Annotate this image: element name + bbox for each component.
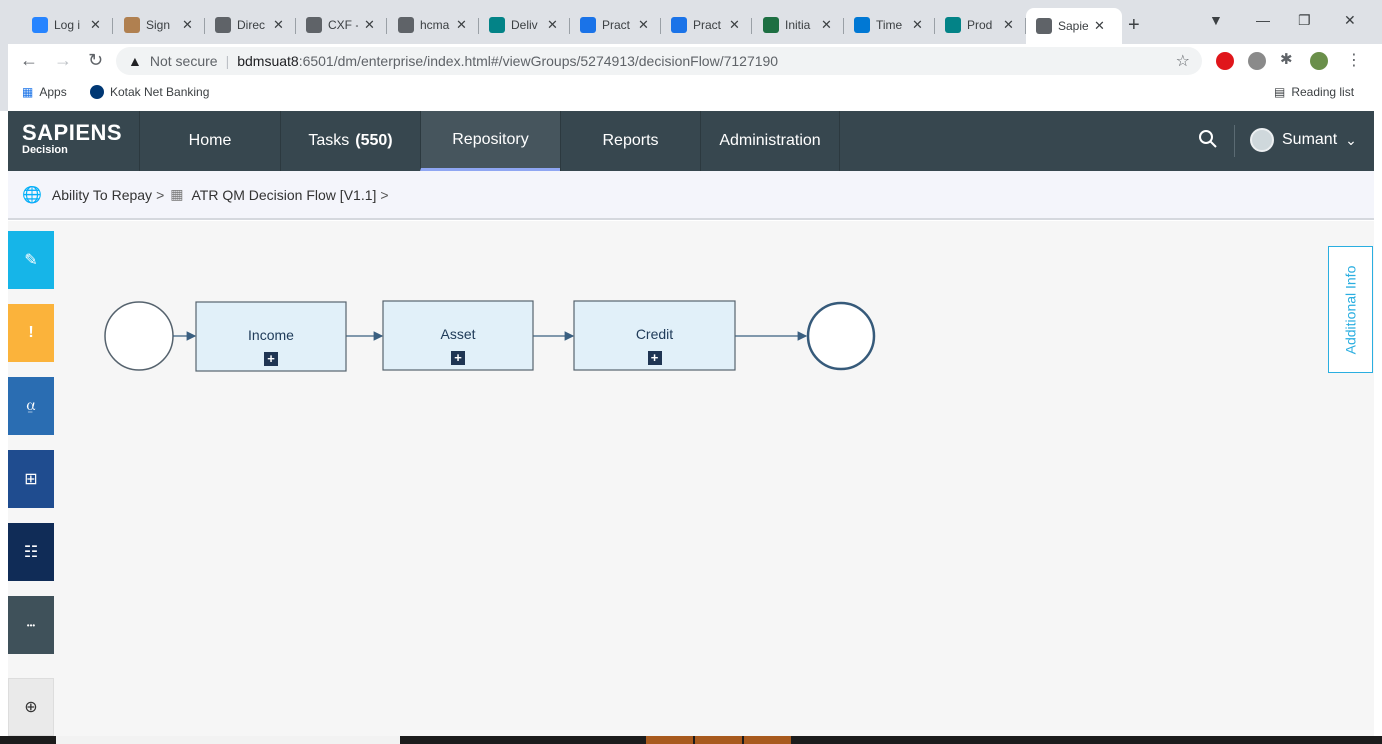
expand-plus-icon[interactable]: + xyxy=(264,352,278,366)
taskbar-app[interactable] xyxy=(744,736,791,744)
expand-plus-icon[interactable]: + xyxy=(451,351,465,365)
start-node[interactable] xyxy=(104,301,174,371)
decision-flow-diagram xyxy=(104,300,876,372)
taskbar-app[interactable] xyxy=(695,736,742,744)
additional-info-tab[interactable]: Additional Info xyxy=(1328,246,1373,373)
step-node-label: Asset xyxy=(440,326,476,342)
browser-window: Log i ✕ Sign ✕ Direc ✕ CXF - ✕ hcma ✕ Deliv ✕ Pract ✕… xyxy=(0,0,1382,744)
end-node[interactable] xyxy=(806,301,876,371)
zoom-icon[interactable]: ⊕ xyxy=(8,678,54,736)
additional-info-label: Additional Info xyxy=(1342,265,1359,354)
taskbar-search[interactable] xyxy=(56,736,400,744)
step-node-label: Credit xyxy=(635,326,674,342)
taskbar-app[interactable] xyxy=(646,736,693,744)
step-node-label: Income xyxy=(248,327,294,343)
expand-plus-icon[interactable]: + xyxy=(647,351,662,365)
